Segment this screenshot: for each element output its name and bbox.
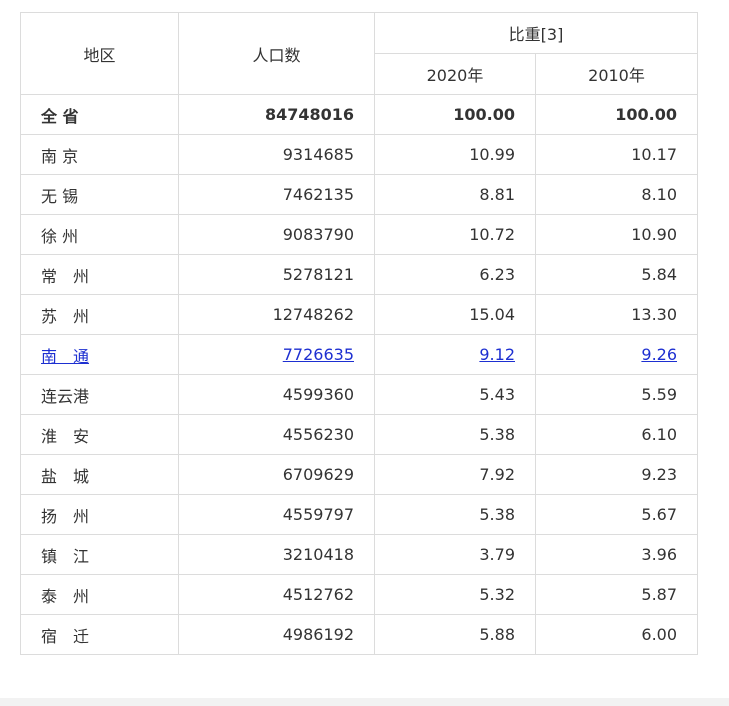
table-row: 南 京 9314685 10.99 10.17 <box>20 134 699 175</box>
region-link[interactable]: 南 通 <box>41 347 89 366</box>
population-cell: 4512762 <box>178 574 375 615</box>
region-cell: 全 省 <box>20 94 179 135</box>
share-2020-cell: 5.38 <box>374 494 536 535</box>
share-2020-cell: 7.92 <box>374 454 536 495</box>
region-cell: 徐 州 <box>20 214 179 255</box>
table-row: 盐 城 6709629 7.92 9.23 <box>20 454 699 495</box>
population-header: 人口数 <box>178 12 375 95</box>
table-row: 常 州 5278121 6.23 5.84 <box>20 254 699 295</box>
region-cell: 盐 城 <box>20 454 179 495</box>
table-row: 泰 州 4512762 5.32 5.87 <box>20 574 699 615</box>
region-cell: 宿 迁 <box>20 614 179 655</box>
share-2020-cell: 3.79 <box>374 534 536 575</box>
table-row: 镇 江 3210418 3.79 3.96 <box>20 534 699 575</box>
year-2020-header: 2020年 <box>374 53 536 95</box>
population-cell: 4556230 <box>178 414 375 455</box>
share-2010-cell: 5.59 <box>534 374 699 415</box>
population-cell: 5278121 <box>178 254 375 295</box>
share-2020-cell: 5.38 <box>374 414 536 455</box>
share-2020-cell: 10.72 <box>374 214 536 255</box>
population-cell: 4986192 <box>178 614 375 655</box>
population-cell: 3210418 <box>178 534 375 575</box>
population-cell: 4599360 <box>178 374 375 415</box>
table-row: 全 省 84748016 100.00 100.00 <box>20 94 699 135</box>
table-row: 无 锡 7462135 8.81 8.10 <box>20 174 699 215</box>
region-cell: 扬 州 <box>20 494 179 535</box>
region-cell: 无 锡 <box>20 174 179 215</box>
region-cell: 连云港 <box>20 374 179 415</box>
share-2010-cell: 10.90 <box>534 214 699 255</box>
share-2020-cell: 5.43 <box>374 374 536 415</box>
share-2020-cell: 15.04 <box>374 294 536 335</box>
share-2010-cell: 6.10 <box>534 414 699 455</box>
share-header: 比重[3] <box>373 12 699 54</box>
region-header: 地区 <box>20 12 179 95</box>
table-row: 苏 州 12748262 15.04 13.30 <box>20 294 699 335</box>
population-table-container: 地区 人口数 比重[3] 2020年 2010年 全 省 84748016 10… <box>20 12 699 655</box>
share-2020-cell: 100.00 <box>374 94 536 135</box>
share-2010-cell: 5.67 <box>534 494 699 535</box>
table-row: 宿 迁 4986192 5.88 6.00 <box>20 614 699 655</box>
population-link[interactable]: 7726635 <box>283 345 354 364</box>
share-2010-cell: 100.00 <box>534 94 699 135</box>
population-cell: 9314685 <box>178 134 375 175</box>
region-cell: 淮 安 <box>20 414 179 455</box>
share-2010-link[interactable]: 9.26 <box>641 345 677 364</box>
population-cell: 9083790 <box>178 214 375 255</box>
population-cell: 12748262 <box>178 294 375 335</box>
table-row: 连云港 4599360 5.43 5.59 <box>20 374 699 415</box>
share-2020-cell: 10.99 <box>374 134 536 175</box>
page-bottom-bar <box>0 698 729 706</box>
share-2010-cell: 3.96 <box>534 534 699 575</box>
share-2010-cell: 5.87 <box>534 574 699 615</box>
region-cell: 镇 江 <box>20 534 179 575</box>
share-2010-cell: 5.84 <box>534 254 699 295</box>
table-row: 淮 安 4556230 5.38 6.10 <box>20 414 699 455</box>
region-cell: 常 州 <box>20 254 179 295</box>
region-cell: 南 京 <box>20 134 179 175</box>
population-table: 地区 人口数 比重[3] 2020年 2010年 全 省 84748016 10… <box>20 12 699 655</box>
share-2010-cell: 10.17 <box>534 134 699 175</box>
share-2010-cell: 6.00 <box>534 614 699 655</box>
share-2010-cell: 8.10 <box>534 174 699 215</box>
share-2020-cell: 5.32 <box>374 574 536 615</box>
region-cell: 苏 州 <box>20 294 179 335</box>
share-2010-cell: 13.30 <box>534 294 699 335</box>
share-2020-link[interactable]: 9.12 <box>479 345 515 364</box>
share-2020-cell: 5.88 <box>374 614 536 655</box>
table-row: 南 通 7726635 9.12 9.26 <box>20 334 699 375</box>
share-2020-cell: 6.23 <box>374 254 536 295</box>
table-row: 扬 州 4559797 5.38 5.67 <box>20 494 699 535</box>
share-2020-cell: 8.81 <box>374 174 536 215</box>
population-cell: 7462135 <box>178 174 375 215</box>
population-cell: 84748016 <box>178 94 375 135</box>
year-2010-header: 2010年 <box>534 53 699 95</box>
population-cell: 6709629 <box>178 454 375 495</box>
share-2010-cell: 9.23 <box>534 454 699 495</box>
region-cell: 泰 州 <box>20 574 179 615</box>
table-row: 徐 州 9083790 10.72 10.90 <box>20 214 699 255</box>
population-cell: 4559797 <box>178 494 375 535</box>
